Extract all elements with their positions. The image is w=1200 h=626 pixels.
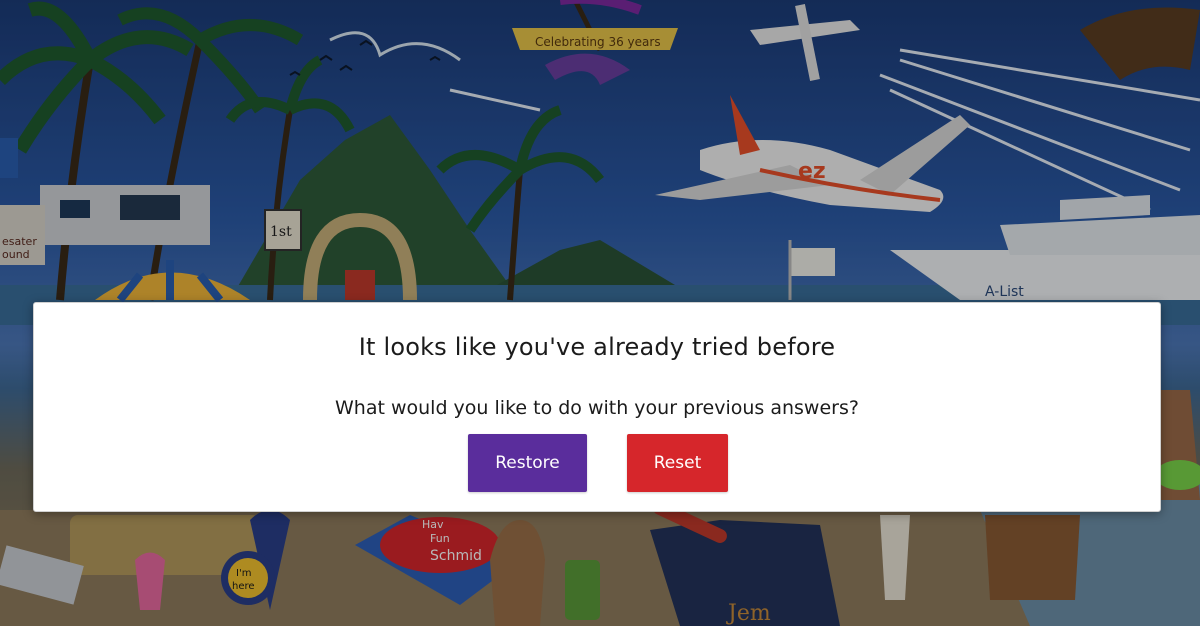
dialog-title: It looks like you've already tried befor…: [358, 333, 836, 361]
resume-dialog: It looks like you've already tried befor…: [33, 302, 1161, 512]
restore-button[interactable]: Restore: [468, 434, 587, 492]
page-stage: esater ound 1st Celebrating 36 years ez …: [0, 0, 1200, 626]
dialog-subtitle: What would you like to do with your prev…: [335, 397, 859, 419]
reset-button[interactable]: Reset: [627, 434, 728, 492]
